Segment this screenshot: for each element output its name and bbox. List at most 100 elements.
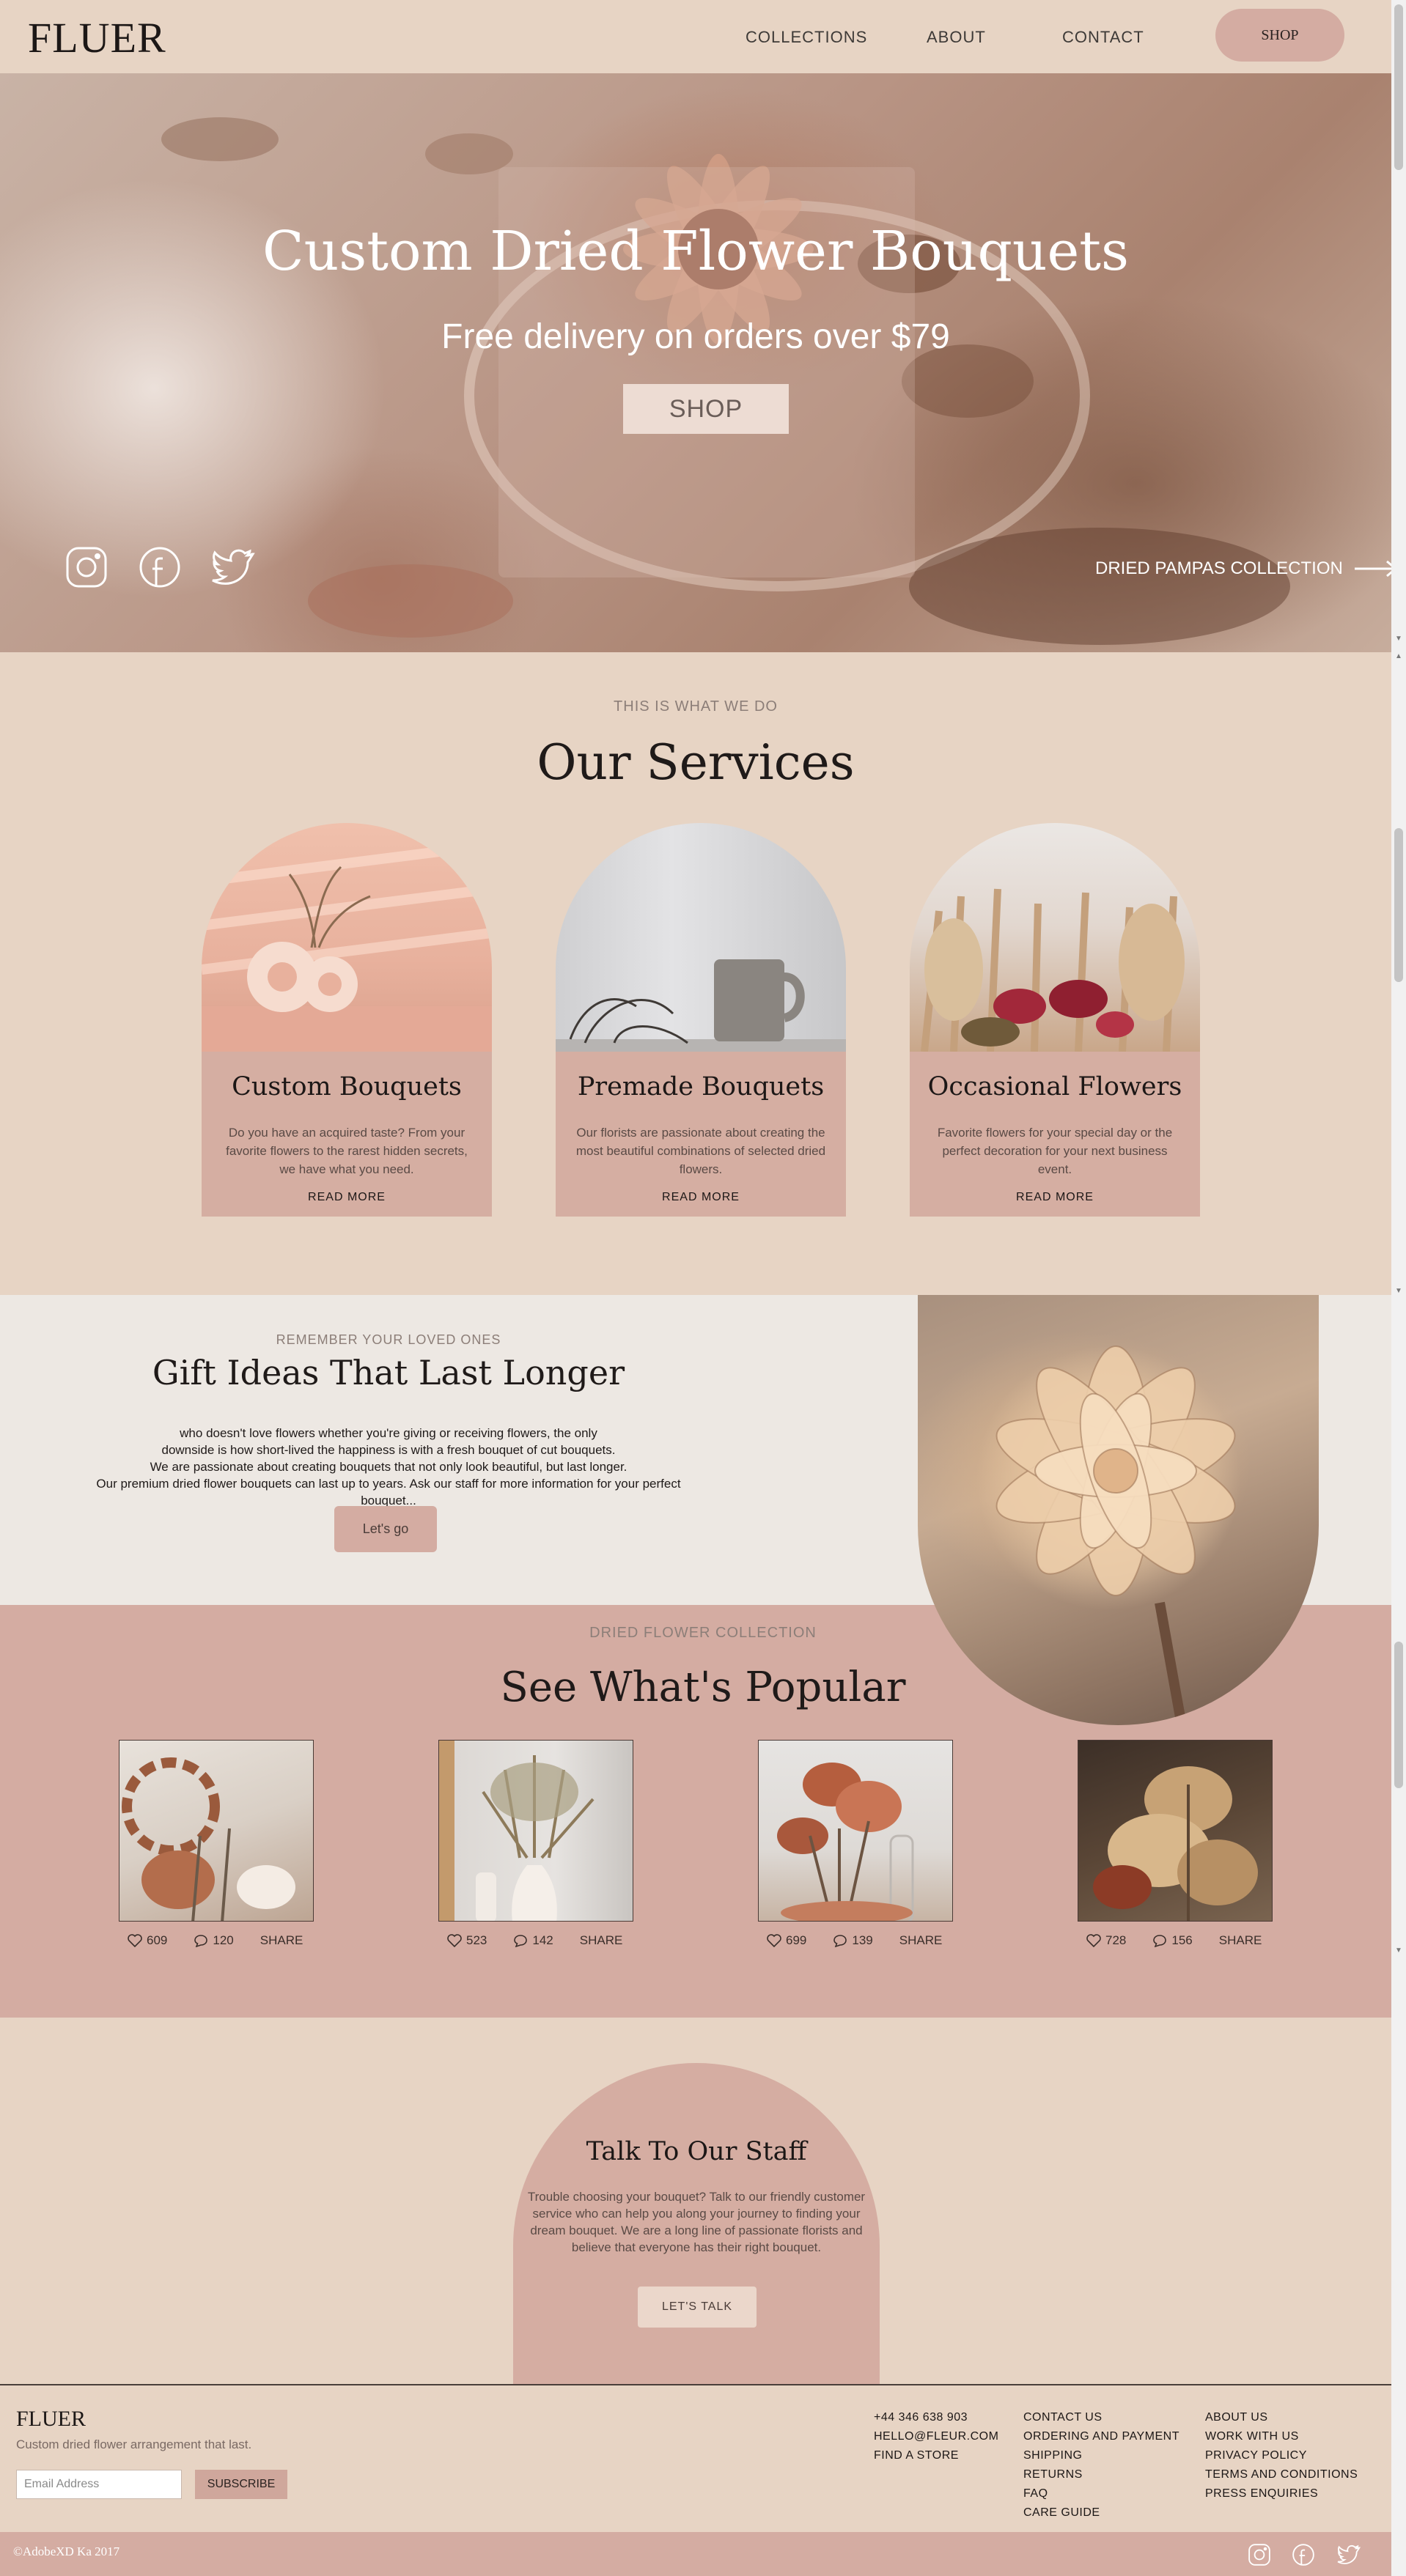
service-image-occasional bbox=[910, 823, 1200, 1052]
footer-link-contact-us[interactable]: CONTACT US bbox=[1023, 2408, 1179, 2427]
instagram-icon[interactable] bbox=[1248, 2543, 1271, 2566]
popular-item: 728 156 SHARE bbox=[1078, 1740, 1273, 1947]
gift-eyebrow: REMEMBER YOUR LOVED ONES bbox=[276, 1332, 501, 1347]
lets-talk-button[interactable]: LET'S TALK bbox=[638, 2287, 757, 2328]
footer-find-store[interactable]: FIND A STORE bbox=[874, 2446, 998, 2465]
popular-item: 699 139 SHARE bbox=[758, 1740, 953, 1947]
footer-link-shipping[interactable]: SHIPPING bbox=[1023, 2446, 1179, 2465]
comment-counter[interactable]: 156 bbox=[1152, 1933, 1193, 1948]
footer-link-about-us[interactable]: ABOUT US bbox=[1205, 2408, 1358, 2427]
read-more-link[interactable]: READ MORE bbox=[202, 1191, 492, 1204]
like-counter[interactable]: 609 bbox=[128, 1933, 167, 1948]
footer bbox=[0, 2384, 1391, 2532]
comment-icon bbox=[194, 1935, 208, 1947]
like-counter[interactable]: 728 bbox=[1086, 1933, 1126, 1948]
footer-link-press[interactable]: PRESS ENQUIRIES bbox=[1205, 2484, 1358, 2503]
service-title: Custom Bouquets bbox=[232, 1072, 462, 1101]
footer-column-help: CONTACT US ORDERING AND PAYMENT SHIPPING… bbox=[1023, 2408, 1179, 2523]
footer-logo[interactable]: FLUER bbox=[16, 2407, 86, 2432]
read-more-link[interactable]: READ MORE bbox=[556, 1191, 846, 1204]
heart-icon bbox=[447, 1934, 462, 1947]
footer-link-faq[interactable]: FAQ bbox=[1023, 2484, 1179, 2503]
service-image-custom bbox=[202, 823, 492, 1052]
scroll-up-arrow-icon[interactable]: ▲ bbox=[1394, 652, 1403, 660]
services-title: Our Services bbox=[537, 734, 855, 791]
share-link[interactable]: SHARE bbox=[260, 1933, 303, 1948]
popular-image[interactable] bbox=[1078, 1740, 1273, 1922]
service-title: Premade Bouquets bbox=[577, 1072, 825, 1101]
comment-count: 120 bbox=[213, 1933, 234, 1947]
talk-text: Trouble choosing your bouquet? Talk to o… bbox=[527, 2190, 866, 2254]
service-text: Favorite flowers for your special day or… bbox=[937, 1126, 1173, 1176]
popular-meta: 609 120 SHARE bbox=[128, 1933, 318, 1948]
copyright: ©AdobeXD Ka 2017 bbox=[13, 2544, 120, 2558]
comment-counter[interactable]: 142 bbox=[513, 1933, 553, 1948]
gift-text-line: downside is how short-lived the happines… bbox=[161, 1443, 616, 1457]
lets-go-button[interactable]: Let's go bbox=[334, 1506, 437, 1552]
services-eyebrow: THIS IS WHAT WE DO bbox=[614, 698, 778, 715]
popular-image[interactable] bbox=[119, 1740, 314, 1922]
service-body-premade: Premade Bouquets Our florists are passio… bbox=[556, 1052, 846, 1217]
heart-icon bbox=[128, 1934, 142, 1947]
service-card-premade: Premade Bouquets Our florists are passio… bbox=[556, 823, 846, 1217]
email-input[interactable] bbox=[16, 2470, 182, 2499]
service-image-premade bbox=[556, 823, 846, 1052]
twitter-icon[interactable] bbox=[1337, 2543, 1361, 2566]
hero-subtitle: Free delivery on orders over $79 bbox=[441, 317, 950, 356]
comment-counter[interactable]: 139 bbox=[833, 1933, 873, 1948]
nav-link-about[interactable]: ABOUT bbox=[927, 28, 986, 47]
nav-link-collections[interactable]: COLLECTIONS bbox=[746, 28, 867, 47]
comment-count: 139 bbox=[852, 1933, 873, 1947]
footer-phone[interactable]: +44 346 638 903 bbox=[874, 2408, 998, 2427]
scroll-down-arrow-icon[interactable]: ▼ bbox=[1394, 1946, 1403, 1955]
footer-link-privacy[interactable]: PRIVACY POLICY bbox=[1205, 2446, 1358, 2465]
like-counter[interactable]: 699 bbox=[767, 1933, 806, 1948]
logo[interactable]: FLUER bbox=[28, 13, 166, 62]
like-counter[interactable]: 523 bbox=[447, 1933, 487, 1948]
dried-pampas-label: DRIED PAMPAS COLLECTION bbox=[1095, 558, 1343, 578]
scroll-down-arrow-icon[interactable]: ▼ bbox=[1394, 1287, 1403, 1295]
scroll-down-arrow-icon[interactable]: ▼ bbox=[1394, 635, 1403, 643]
read-more-link[interactable]: READ MORE bbox=[910, 1191, 1200, 1204]
scrollbar-thumb[interactable] bbox=[1394, 1642, 1403, 1788]
bottom-bar bbox=[0, 2532, 1391, 2576]
popular-item: 609 120 SHARE bbox=[119, 1740, 314, 1947]
scrollbar-thumb[interactable] bbox=[1394, 4, 1403, 170]
footer-link-care-guide[interactable]: CARE GUIDE bbox=[1023, 2503, 1179, 2523]
dried-pampas-link[interactable]: DRIED PAMPAS COLLECTION bbox=[1095, 558, 1397, 579]
service-body-custom: Custom Bouquets Do you have an acquired … bbox=[202, 1052, 492, 1217]
facebook-icon[interactable] bbox=[1292, 2543, 1315, 2566]
comment-counter[interactable]: 120 bbox=[194, 1933, 234, 1948]
nav-shop-button[interactable]: SHOP bbox=[1215, 9, 1344, 62]
hero-shop-button[interactable]: SHOP bbox=[623, 384, 789, 434]
share-link[interactable]: SHARE bbox=[580, 1933, 623, 1948]
popular-item: 523 142 SHARE bbox=[438, 1740, 633, 1947]
nav-link-contact[interactable]: CONTACT bbox=[1062, 28, 1144, 47]
comment-icon bbox=[1153, 1935, 1167, 1947]
footer-email[interactable]: HELLO@FLEUR.COM bbox=[874, 2427, 998, 2446]
popular-image[interactable] bbox=[758, 1740, 953, 1922]
facebook-icon[interactable] bbox=[138, 545, 182, 589]
footer-link-ordering[interactable]: ORDERING AND PAYMENT bbox=[1023, 2427, 1179, 2446]
share-link[interactable]: SHARE bbox=[1219, 1933, 1262, 1948]
scrollbar-thumb[interactable] bbox=[1394, 828, 1403, 982]
footer-link-returns[interactable]: RETURNS bbox=[1023, 2465, 1179, 2484]
popular-image[interactable] bbox=[438, 1740, 633, 1922]
footer-column-contact: +44 346 638 903 HELLO@FLEUR.COM FIND A S… bbox=[874, 2408, 998, 2465]
footer-link-work-with-us[interactable]: WORK WITH US bbox=[1205, 2427, 1358, 2446]
top-nav: FLUER COLLECTIONS ABOUT CONTACT SHOP bbox=[0, 0, 1391, 73]
share-link[interactable]: SHARE bbox=[899, 1933, 943, 1948]
popular-meta: 699 139 SHARE bbox=[767, 1933, 957, 1948]
footer-column-about: ABOUT US WORK WITH US PRIVACY POLICY TER… bbox=[1205, 2408, 1358, 2503]
comment-icon bbox=[514, 1935, 528, 1947]
service-text: Our florists are passionate about creati… bbox=[575, 1126, 826, 1176]
service-title: Occasional Flowers bbox=[927, 1072, 1182, 1101]
twitter-icon[interactable] bbox=[211, 545, 255, 589]
footer-link-terms[interactable]: TERMS AND CONDITIONS bbox=[1205, 2465, 1358, 2484]
subscribe-button[interactable]: SUBSCRIBE bbox=[195, 2470, 287, 2499]
gift-text-line: Our premium dried flower bouquets can la… bbox=[96, 1477, 681, 1507]
service-text: Do you have an acquired taste? From your… bbox=[226, 1126, 468, 1176]
instagram-icon[interactable] bbox=[65, 545, 108, 589]
popular-title: See What's Popular bbox=[500, 1664, 906, 1711]
comment-count: 142 bbox=[532, 1933, 553, 1947]
